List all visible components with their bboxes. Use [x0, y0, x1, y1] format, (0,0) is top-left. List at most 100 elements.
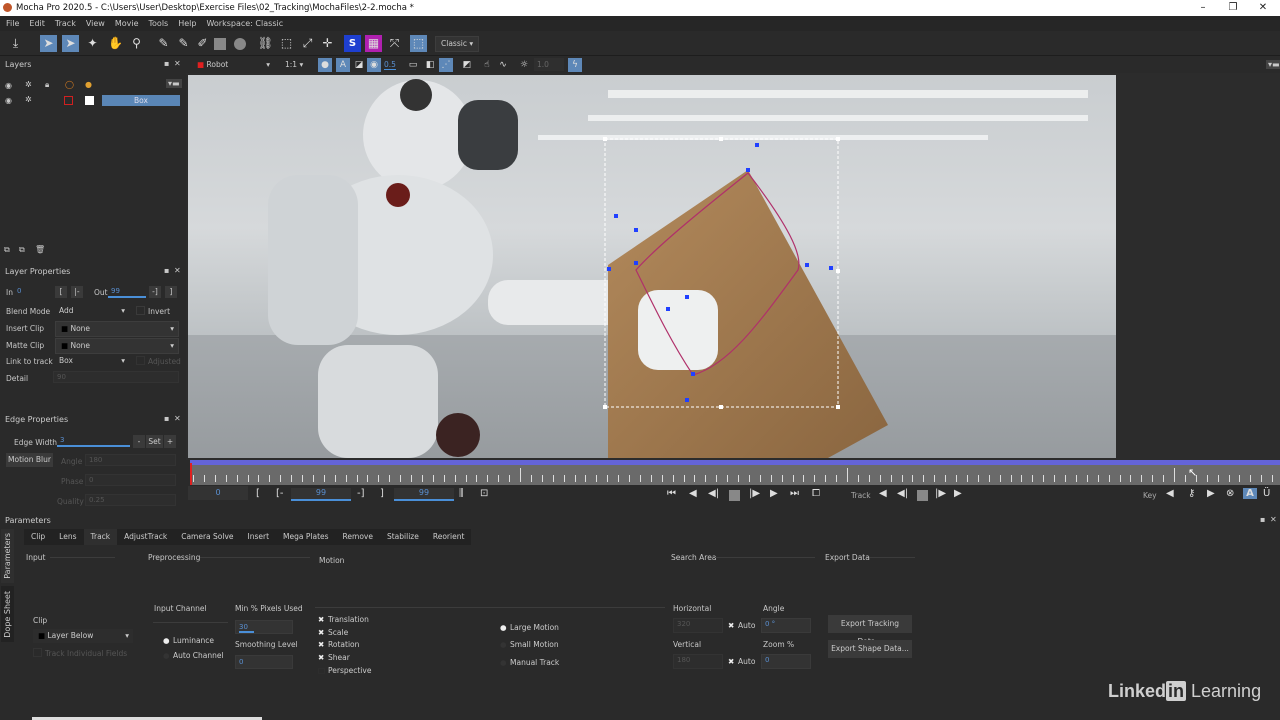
tab-insert[interactable]: Insert [240, 529, 277, 545]
blend-mode-dropdown[interactable]: Add ▾ [54, 304, 129, 318]
go-in-point-button[interactable]: [- [276, 488, 284, 499]
corner-pin-icon[interactable]: ⤧ [386, 35, 403, 52]
link-icon[interactable]: ⛓ [257, 35, 274, 52]
layer-menu-icon[interactable]: ▾▬ [166, 79, 182, 88]
playhead[interactable] [190, 463, 192, 485]
shear-checkbox[interactable]: ✖ Shear [318, 653, 350, 662]
exposure-field[interactable]: 1.0 [534, 58, 564, 71]
play-backward-button[interactable]: ◀ [689, 488, 697, 499]
matte-color-swatch[interactable] [85, 96, 94, 105]
add-key-icon[interactable]: ⚷ [1188, 488, 1195, 499]
in-field[interactable]: 0 [14, 286, 52, 298]
detail-field[interactable]: 90 [53, 371, 179, 383]
go-in-button[interactable]: |- [71, 286, 83, 298]
key-u-icon[interactable]: Ü [1263, 488, 1270, 499]
brightness-icon[interactable]: ☼ [517, 58, 531, 72]
float-panel-icon[interactable]: ▪ [164, 59, 169, 68]
close-panel-icon[interactable]: ✕ [174, 414, 181, 423]
phase-field[interactable]: 0 [85, 474, 176, 486]
menu-view[interactable]: View [86, 16, 105, 31]
vertical-field[interactable]: 180 [673, 654, 723, 669]
rotation-checkbox[interactable]: ✖ Rotation [318, 640, 359, 649]
prev-key-button[interactable]: ◀ [1166, 488, 1174, 499]
clip-dropdown[interactable]: ■ Layer Below ▾ [33, 629, 133, 643]
trim-icon[interactable]: ⫼ [459, 488, 464, 499]
track-step-back-button[interactable]: ◀| [897, 488, 908, 499]
hand-track-icon[interactable]: ☝ [480, 58, 494, 72]
horizontal-auto-checkbox[interactable]: ✖ Auto [728, 621, 755, 630]
xspline-tool-icon[interactable]: ✎ [155, 35, 172, 52]
restore-button[interactable]: ❐ [1218, 0, 1248, 16]
rgb-icon[interactable]: ● [318, 58, 332, 72]
angle-field[interactable]: 180 [85, 454, 176, 466]
float-panel-icon[interactable]: ▪ [164, 266, 169, 275]
add-point-icon[interactable]: ✦ [84, 35, 101, 52]
surface-s-icon[interactable]: S [344, 35, 361, 52]
zoom-icon[interactable]: ⚲ [128, 35, 145, 52]
reset-range-icon[interactable]: ⊡ [480, 488, 488, 499]
menu-movie[interactable]: Movie [115, 16, 139, 31]
large-motion-radio[interactable]: ● Large Motion [500, 623, 559, 632]
horizontal-field[interactable]: 320 [673, 618, 723, 633]
edge-set-button[interactable]: Set [146, 435, 163, 448]
layer-dropdown[interactable]: ■ Robot ▾ [192, 58, 274, 72]
go-out-button[interactable]: -] [149, 286, 161, 298]
perspective-checkbox[interactable]: □ Perspective [318, 666, 371, 675]
set-in-button[interactable]: [ [55, 286, 67, 298]
brush-icon[interactable]: ✐ [194, 35, 211, 52]
insert-clip-dropdown[interactable]: ■ None ▾ [55, 321, 179, 337]
out-point-field[interactable]: 99 [394, 488, 454, 501]
tab-lens[interactable]: Lens [52, 529, 84, 545]
surface-icon[interactable]: ⬚ [278, 35, 295, 52]
track-backward-button[interactable]: ◀ [879, 488, 887, 499]
tab-stabilize[interactable]: Stabilize [379, 529, 426, 545]
viewer-menu-icon[interactable]: ▾▬ [1266, 60, 1280, 69]
tab-clip[interactable]: Clip [24, 529, 53, 545]
tab-adjusttrack[interactable]: AdjustTrack [117, 529, 175, 545]
set-in-point-button[interactable]: [ [256, 488, 260, 499]
timeline-scrubber[interactable]: ↖ [190, 460, 1280, 485]
track-step-forward-button[interactable]: |▶ [935, 488, 946, 499]
cog-icon[interactable]: ✲ [25, 95, 32, 104]
go-start-button[interactable]: ⏮ [667, 488, 676, 499]
vertical-auto-checkbox[interactable]: ✖ Auto [728, 657, 755, 666]
delete-all-keys-icon[interactable]: ⊗ [1226, 488, 1234, 499]
zoom-percent-field[interactable]: 0 [761, 654, 811, 669]
step-back-button[interactable]: ◀| [708, 488, 719, 499]
manual-track-radio[interactable]: ● Manual Track [500, 658, 559, 667]
loop-button[interactable]: ⧠ [812, 488, 820, 499]
edge-plus-button[interactable]: + [164, 435, 176, 448]
step-forward-button[interactable]: |▶ [749, 488, 760, 499]
menu-track[interactable]: Track [55, 16, 76, 31]
link-to-track-dropdown[interactable]: Box ▾ [54, 354, 129, 368]
visibility-icon[interactable]: ◉ [5, 96, 12, 105]
auto-channel-radio[interactable]: ● Auto Channel [163, 651, 224, 660]
matte-icon[interactable]: ◪ [352, 58, 366, 72]
scale-icon[interactable]: ⤢ [299, 35, 316, 52]
min-pixels-field[interactable]: 30 [235, 620, 293, 634]
matte-clip-dropdown[interactable]: ■ None ▾ [55, 338, 179, 354]
go-end-button[interactable]: ⏭ [790, 488, 799, 499]
close-panel-icon[interactable]: ✕ [174, 266, 181, 275]
track-fields-checkbox[interactable] [33, 648, 42, 657]
float-panel-icon[interactable]: ▪ [164, 414, 169, 423]
next-key-button[interactable]: ▶ [1207, 488, 1215, 499]
opacity-value[interactable]: 0.5 [384, 60, 396, 70]
side-tab-dope-sheet[interactable]: Dope Sheet [1, 586, 14, 642]
adjusted-checkbox[interactable] [136, 356, 145, 365]
track-stop-button[interactable] [917, 490, 928, 501]
stop-button[interactable] [729, 490, 740, 501]
trash-icon[interactable]: 🗑︎ [35, 245, 45, 254]
close-panel-icon[interactable]: ✕ [1270, 515, 1277, 524]
luminance-radio[interactable]: ● Luminance [163, 636, 214, 645]
float-panel-icon[interactable]: ▪ [1260, 515, 1265, 524]
layer-name[interactable]: Box [102, 95, 180, 106]
quality-field[interactable]: 0.25 [85, 494, 176, 506]
invert-checkbox[interactable] [136, 306, 145, 315]
motion-blur-button[interactable]: Motion Blur [6, 453, 53, 467]
add-group-icon[interactable]: ⧉ [4, 245, 10, 255]
flash-icon[interactable]: ϟ [568, 58, 582, 72]
ellipse-tool-icon[interactable] [234, 38, 246, 50]
alpha-icon[interactable]: A [336, 58, 350, 72]
menu-workspace[interactable]: Workspace: Classic [206, 16, 283, 31]
